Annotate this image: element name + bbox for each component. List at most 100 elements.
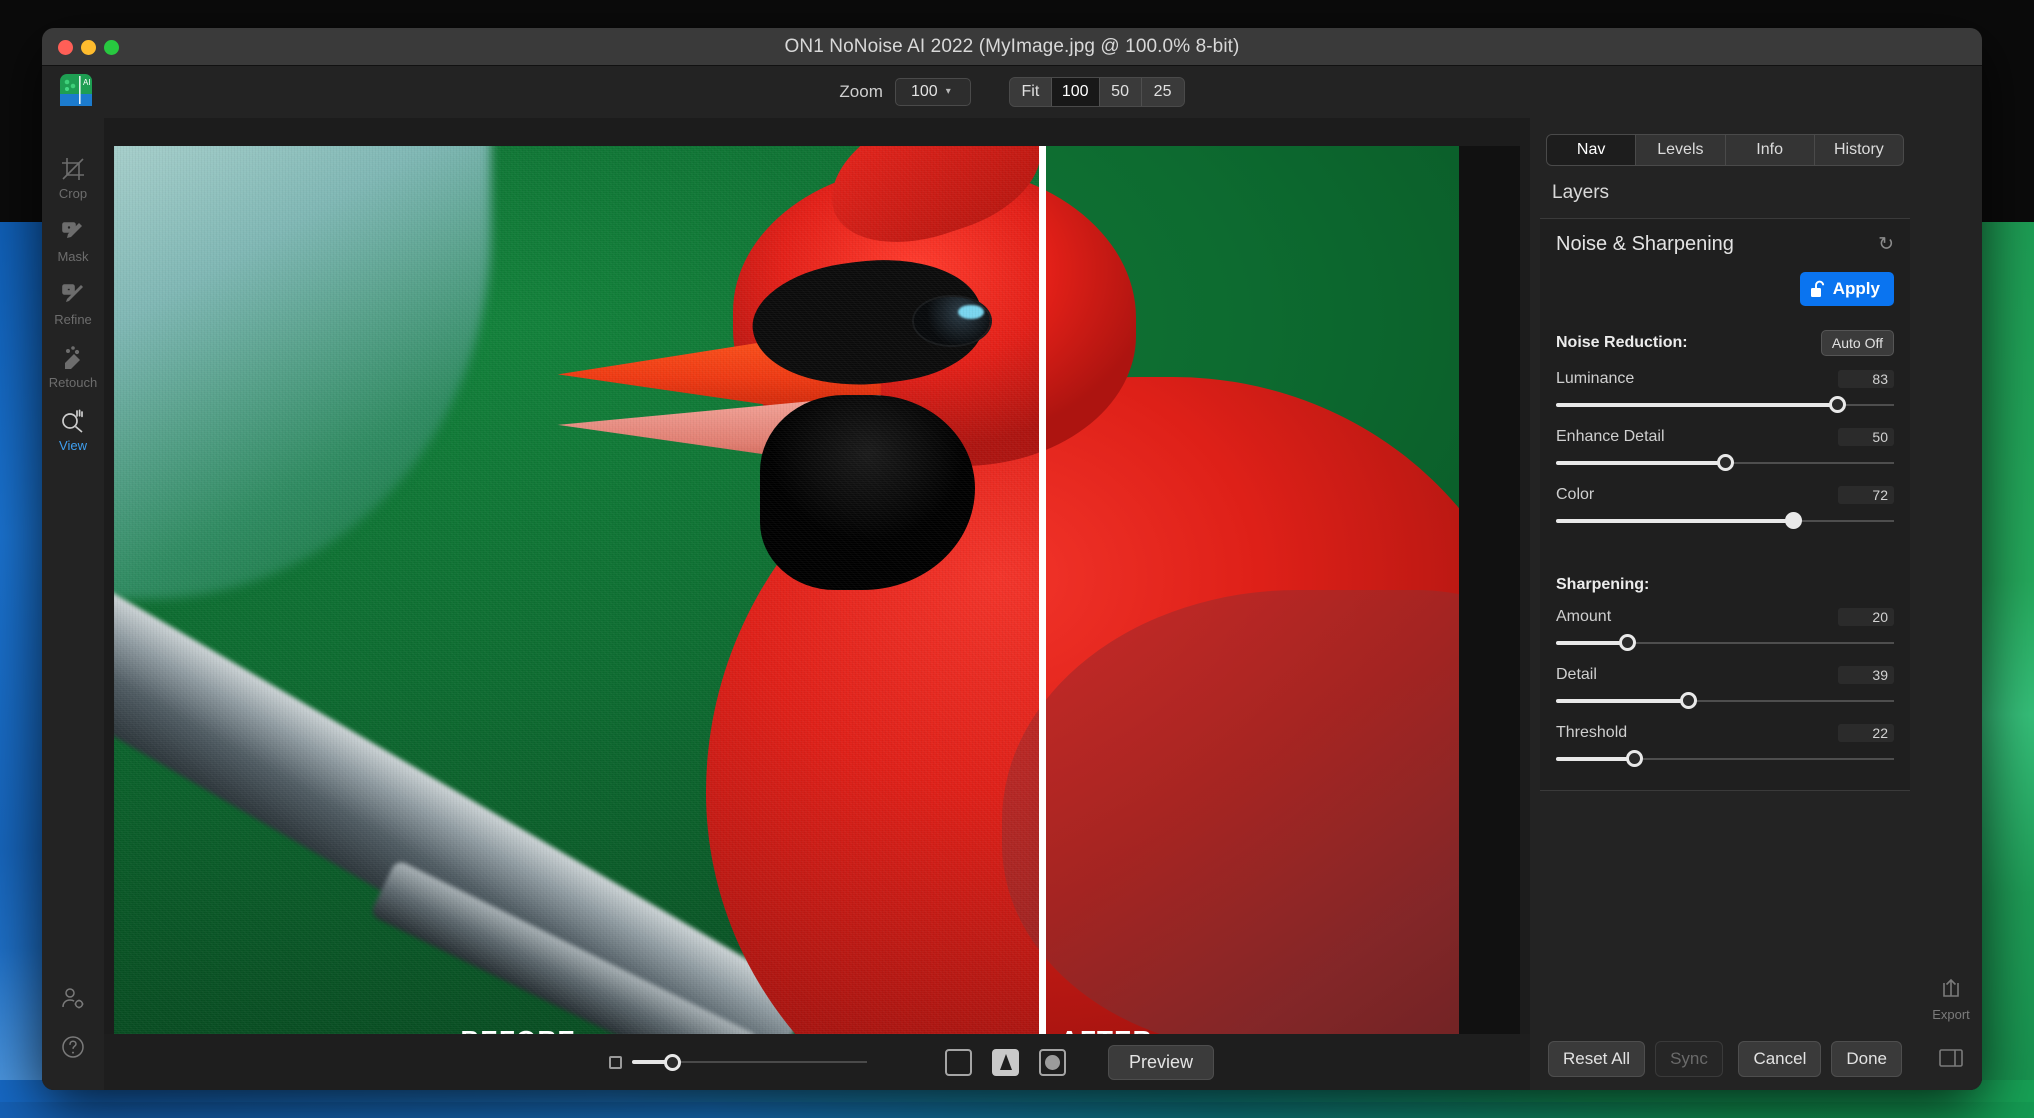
noise-reduction-title: Noise Reduction:	[1556, 334, 1688, 351]
tool-mask-label: Mask	[57, 249, 89, 264]
slider-luminance[interactable]	[1556, 396, 1894, 414]
tab-nav[interactable]: Nav	[1547, 135, 1637, 165]
mask-brush-icon	[60, 219, 86, 245]
panel-tab-bar: Nav Levels Info History	[1546, 134, 1904, 166]
before-after-split-handle[interactable]	[1039, 146, 1046, 1034]
canvas-bottom-bar: Preview	[104, 1034, 1530, 1090]
control-enhance-detail-value[interactable]: 50	[1838, 428, 1894, 446]
window-controls	[58, 28, 119, 66]
before-label: BEFORE	[460, 1025, 576, 1034]
slider-luminance-knob[interactable]	[1828, 396, 1846, 413]
panel-footer: Reset All Sync Cancel Done	[1530, 1028, 1920, 1090]
zoom-select-value: 100	[911, 83, 938, 100]
crop-icon	[60, 156, 86, 182]
slider-amount[interactable]	[1556, 634, 1894, 652]
layers-title: Layers	[1552, 182, 1610, 203]
done-button[interactable]: Done	[1831, 1041, 1902, 1077]
slider-threshold[interactable]	[1556, 750, 1894, 768]
control-detail: Detail 39	[1556, 666, 1894, 710]
title-bar: ON1 NoNoise AI 2022 (MyImage.jpg @ 100.0…	[42, 28, 1982, 66]
close-button[interactable]	[58, 39, 73, 55]
control-color: Color 72	[1556, 486, 1894, 530]
image-canvas[interactable]: BEFORE AFTER	[114, 146, 1520, 1034]
single-view-icon[interactable]	[945, 1048, 972, 1076]
apply-button[interactable]: Apply	[1799, 272, 1894, 306]
circle-view-icon[interactable]	[1039, 1048, 1066, 1076]
tab-levels[interactable]: Levels	[1636, 135, 1726, 165]
reset-all-button[interactable]: Reset All	[1548, 1041, 1646, 1077]
panel-toggle-button[interactable]	[1938, 1048, 1964, 1068]
account-icon[interactable]	[60, 986, 86, 1012]
auto-off-button[interactable]: Auto Off	[1820, 330, 1894, 356]
after-pane	[1039, 146, 1520, 1034]
tool-crop[interactable]: Crop	[42, 148, 104, 211]
app-logo: AI	[60, 74, 92, 106]
slider-enhance-detail[interactable]	[1556, 454, 1894, 472]
tab-history[interactable]: History	[1815, 135, 1903, 165]
control-detail-value[interactable]: 39	[1838, 666, 1894, 684]
sharpening-title: Sharpening:	[1556, 576, 1650, 593]
preview-button[interactable]: Preview	[1108, 1044, 1215, 1080]
zoom-hand-icon	[60, 408, 86, 434]
brush-size-checkbox[interactable]	[609, 1055, 622, 1069]
export-label: Export	[1932, 1007, 1970, 1022]
chevron-down-icon: ▾	[945, 86, 951, 97]
help-icon[interactable]	[60, 1034, 86, 1060]
control-luminance: Luminance 83	[1556, 370, 1894, 414]
zoom-button[interactable]	[104, 39, 119, 55]
tool-view[interactable]: View	[42, 400, 104, 463]
module-title: Noise & Sharpening	[1556, 233, 1734, 255]
zoom-preset-fit[interactable]: Fit	[1009, 78, 1052, 106]
slider-detail[interactable]	[1556, 692, 1894, 710]
control-enhance-detail-label: Enhance Detail	[1556, 428, 1665, 445]
tool-refine[interactable]: Refine	[42, 274, 104, 337]
control-luminance-value[interactable]: 83	[1838, 370, 1894, 388]
reset-arrow-icon[interactable]: ↻	[1878, 233, 1894, 256]
zoom-preset-25[interactable]: 25	[1141, 78, 1184, 106]
slider-amount-knob[interactable]	[1618, 634, 1636, 651]
control-detail-label: Detail	[1556, 666, 1597, 683]
application-window: ON1 NoNoise AI 2022 (MyImage.jpg @ 100.0…	[42, 28, 1982, 1090]
svg-text:AI: AI	[83, 78, 91, 87]
export-upload-icon	[1938, 976, 1964, 1002]
brush-size-slider-knob[interactable]	[664, 1053, 681, 1071]
export-button[interactable]: Export	[1932, 976, 1970, 1022]
unlock-icon	[1810, 280, 1826, 298]
after-label: AFTER	[1060, 1025, 1153, 1034]
slider-detail-knob[interactable]	[1679, 692, 1697, 709]
cancel-button[interactable]: Cancel	[1738, 1041, 1822, 1077]
brush-size-slider[interactable]	[632, 1053, 867, 1071]
zoom-preset-100[interactable]: 100	[1051, 78, 1100, 106]
right-panel: Nav Levels Info History Layers Noise & S…	[1530, 118, 1920, 1090]
tool-retouch-label: Retouch	[48, 375, 98, 390]
control-enhance-detail: Enhance Detail 50	[1556, 428, 1894, 472]
noise-sharpening-module: Noise & Sharpening ↻ Apply Noise Reducti…	[1540, 218, 1910, 791]
control-amount-label: Amount	[1556, 608, 1612, 625]
split-view-icon[interactable]	[992, 1048, 1019, 1076]
tool-refine-label: Refine	[54, 312, 92, 327]
control-amount: Amount 20	[1556, 608, 1894, 652]
control-threshold-value[interactable]: 22	[1838, 724, 1894, 742]
left-tool-rail: AI Crop Mask Refine Retouch View	[42, 74, 104, 1090]
slider-threshold-knob[interactable]	[1625, 750, 1643, 767]
tab-info[interactable]: Info	[1726, 135, 1815, 165]
zoom-preset-50[interactable]: 50	[1099, 78, 1142, 106]
wallpaper-bottom-strip	[0, 1102, 2034, 1118]
control-amount-value[interactable]: 20	[1838, 608, 1894, 626]
control-threshold: Threshold 22	[1556, 724, 1894, 768]
zoom-select[interactable]: 100 ▾	[894, 78, 971, 106]
tool-retouch[interactable]: Retouch	[42, 337, 104, 400]
control-luminance-label: Luminance	[1556, 370, 1635, 387]
right-tool-rail: Export	[1920, 118, 1982, 1090]
slider-color-knob[interactable]	[1784, 512, 1802, 529]
refine-brush-icon	[60, 282, 86, 308]
minimize-button[interactable]	[81, 39, 96, 55]
slider-color[interactable]	[1556, 512, 1894, 530]
tool-mask[interactable]: Mask	[42, 211, 104, 274]
after-image	[1039, 146, 1459, 1034]
canvas-area: BEFORE AFTER	[104, 118, 1530, 1090]
control-color-value[interactable]: 72	[1838, 486, 1894, 504]
slider-enhance-detail-knob[interactable]	[1717, 454, 1734, 471]
control-threshold-label: Threshold	[1556, 724, 1628, 741]
before-pane	[114, 146, 1039, 1034]
